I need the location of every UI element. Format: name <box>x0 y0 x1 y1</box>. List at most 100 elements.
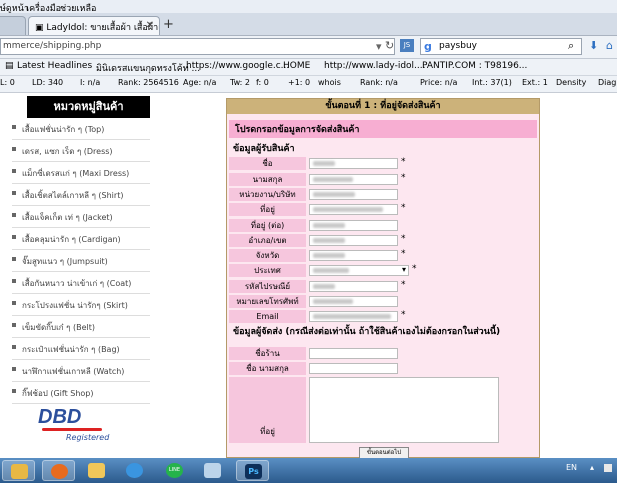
category-item[interactable]: เข็มขัดกิ๊บเก๋ ๆ (Belt) <box>12 316 150 338</box>
postcode-input[interactable] <box>309 281 398 292</box>
taskbar-ie-button[interactable] <box>118 460 151 481</box>
tab-previous[interactable] <box>0 16 26 35</box>
seo-ext[interactable]: Ext.: 1 <box>522 78 548 87</box>
email-input[interactable] <box>309 311 398 322</box>
tray-flag-icon[interactable] <box>604 464 612 472</box>
seo-diagn[interactable]: Diagn <box>598 78 617 87</box>
category-label: เดรส, แซก เร็ด ๆ (Dress) <box>22 147 113 156</box>
taskbar-folder-button[interactable] <box>2 460 35 481</box>
field-country: ประเทศ ▾ * <box>229 264 537 278</box>
country-select[interactable]: ▾ <box>309 265 409 276</box>
shop-name-input[interactable] <box>309 348 398 359</box>
sender-name-input[interactable] <box>309 363 398 374</box>
category-label: เสื้อแฟชั่นน่ารัก ๆ (Top) <box>22 125 105 134</box>
js-icon[interactable]: JS <box>400 39 414 52</box>
category-item[interactable]: กระเป๋าแฟชั่นน่ารัก ๆ (Bag) <box>12 338 150 360</box>
field-label: ชื่อร้าน <box>229 347 306 360</box>
category-item[interactable]: เสื้อเชิ้ตสไตล์เกาหลี ๆ (Shirt) <box>12 184 150 206</box>
reload-icon[interactable]: ↻ <box>385 39 394 52</box>
required-mark: * <box>401 173 406 183</box>
bookmark-google[interactable]: https://www.google.c... <box>186 61 289 71</box>
url-text: mmerce/shipping.php <box>3 41 102 51</box>
field-first-name: ชื่อ * <box>229 157 537 171</box>
firefox-icon <box>51 464 68 479</box>
google-icon[interactable]: g <box>424 40 432 53</box>
page-icon: ▣ <box>35 23 47 33</box>
page-content: หมวดหมู่สินค้า เสื้อแฟชั่นน่ารัก ๆ (Top)… <box>0 93 617 460</box>
seo-density[interactable]: Density <box>556 78 586 87</box>
address2-input[interactable] <box>309 220 398 231</box>
field-label: อำเภอ/เขต <box>229 234 306 247</box>
first-name-input[interactable] <box>309 158 398 169</box>
seo-rank2[interactable]: Rank: n/a <box>360 78 398 87</box>
field-postcode: รหัสไปรษณีย์ * <box>229 280 537 294</box>
seo-age[interactable]: Age: n/a <box>183 78 216 87</box>
category-header: หมวดหมู่สินค้า <box>27 96 150 118</box>
category-item[interactable]: นาฬิกาแฟชั่นเกาหลี (Watch) <box>12 360 150 382</box>
home-icon[interactable]: ⌂ <box>606 39 613 52</box>
bookmark-home[interactable]: HOME <box>283 61 310 71</box>
province-input[interactable] <box>309 250 398 261</box>
taskbar-line-button[interactable]: LINE <box>158 460 191 481</box>
seo-price[interactable]: Price: n/a <box>420 78 457 87</box>
address-input[interactable] <box>309 204 398 215</box>
category-label: แม็กซี่เดรสแก่ ๆ (Maxi Dress) <box>22 169 130 178</box>
bookmark-latest-headlines[interactable]: Latest Headlines <box>17 61 92 71</box>
bookmark-mini-dress[interactable]: มินิเดรสแขนกุดทรงโค้ท ... <box>96 61 200 75</box>
seo-whois[interactable]: whois <box>318 78 341 87</box>
tab-ladyidol[interactable]: ▣ LadyIdol: ขายเสื้อผ้า เสื้อผ้าแ... ✕ <box>28 16 160 35</box>
seo-rank[interactable]: Rank: 2564516 <box>118 78 179 87</box>
tray-arrow-icon[interactable]: ▴ <box>590 463 594 472</box>
required-mark: * <box>401 203 406 213</box>
category-item[interactable]: จั๊มสูทแนว ๆ (Jumpsuit) <box>12 250 150 272</box>
phone-input[interactable] <box>309 296 398 307</box>
category-item[interactable]: แม็กซี่เดรสแก่ ๆ (Maxi Dress) <box>12 162 150 184</box>
sender-address-textarea[interactable] <box>309 377 499 443</box>
category-item[interactable]: เดรส, แซก เร็ด ๆ (Dress) <box>12 140 150 162</box>
line-icon: LINE <box>166 463 183 478</box>
new-tab-icon[interactable]: + <box>163 17 174 32</box>
category-label: เสื้อแจ็คเก็ต เท่ ๆ (Jacket) <box>22 213 113 222</box>
language-indicator[interactable]: EN <box>566 463 577 472</box>
field-label: นามสกุล <box>229 173 306 186</box>
close-icon[interactable]: ✕ <box>146 20 154 31</box>
seo-plus[interactable]: +1: 0 <box>288 78 310 87</box>
category-label: เข็มขัดกิ๊บเก๋ ๆ (Belt) <box>22 323 96 332</box>
taskbar-notepad-button[interactable] <box>196 460 229 481</box>
dbd-logo-text: DBD <box>38 406 82 428</box>
field-district: อำเภอ/เขต * <box>229 234 537 248</box>
seo-ld[interactable]: LD: 340 <box>32 78 63 87</box>
taskbar-photoshop-button[interactable]: Ps <box>236 460 269 481</box>
seo-tw[interactable]: Tw: 2 <box>230 78 250 87</box>
search-input[interactable]: paysbuy <box>420 38 582 55</box>
last-name-input[interactable] <box>309 174 398 185</box>
category-item[interactable]: เสื้อแจ็คเก็ต เท่ ๆ (Jacket) <box>12 206 150 228</box>
category-item[interactable]: เสื้อแฟชั่นน่ารัก ๆ (Top) <box>12 118 150 140</box>
step-title: ขั้นตอนที่ 1 : ที่อยู่จัดส่งสินค้า <box>227 99 539 114</box>
category-item[interactable]: กิ๊ฟช้อป (Gift Shop) <box>12 382 150 404</box>
url-input[interactable]: mmerce/shipping.php <box>0 38 395 55</box>
seo-l[interactable]: L: 0 <box>0 78 15 87</box>
ie-icon <box>126 463 143 478</box>
seo-int[interactable]: Int.: 37(1) <box>472 78 512 87</box>
field-label: ที่อยู่ <box>229 377 306 443</box>
category-item[interactable]: เสื้อคลุมน่ารัก ๆ (Cardigan) <box>12 228 150 250</box>
dbd-swoosh <box>42 428 102 431</box>
category-item[interactable]: เสื้อกันหนาว น่าเข้าเก่ ๆ (Coat) <box>12 272 150 294</box>
bookmark-pantip[interactable]: PANTIP.COM : T98196... <box>422 61 527 71</box>
bookmark-lady-idol[interactable]: http://www.lady-idol.... <box>324 61 426 71</box>
sender-title: ข้อมูลผู้จัดส่ง (กรณีส่งต่อเท่านั้น ถ้าใ… <box>233 327 501 337</box>
seo-i[interactable]: I: n/a <box>80 78 100 87</box>
download-icon[interactable]: ⬇ <box>589 39 598 52</box>
seo-fb[interactable]: f: 0 <box>256 78 269 87</box>
taskbar-firefox-button[interactable] <box>42 460 75 481</box>
dropdown-icon[interactable]: ▾ <box>376 40 382 53</box>
bookmarks-bar: ▤ Latest Headlines มินิเดรสแขนกุดทรงโค้ท… <box>0 59 617 76</box>
district-input[interactable] <box>309 235 398 246</box>
category-label: กระเป๋าแฟชั่นน่ารัก ๆ (Bag) <box>22 345 120 354</box>
search-icon[interactable]: ⌕ <box>568 39 574 53</box>
field-label: ชื่อ <box>229 157 306 170</box>
category-item[interactable]: กระโปรงแฟชั่น น่ารักๆ (Skirt) <box>12 294 150 316</box>
taskbar-explorer-button[interactable] <box>80 460 113 481</box>
company-input[interactable] <box>309 189 398 200</box>
